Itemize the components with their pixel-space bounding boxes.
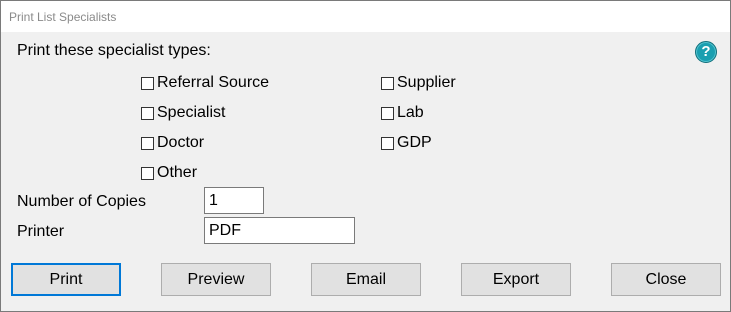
checkbox-label: Doctor (157, 134, 205, 151)
checkbox-label: Lab (397, 104, 424, 121)
email-button[interactable]: Email (311, 263, 421, 296)
checkbox-box[interactable] (381, 77, 394, 90)
checkbox-label: Supplier (397, 74, 456, 91)
print-list-specialists-dialog: Print List Specialists Print these speci… (0, 0, 731, 312)
checkbox-label: Other (157, 164, 198, 181)
checkbox-box[interactable] (141, 137, 154, 150)
print-button[interactable]: Print (11, 263, 121, 296)
checkbox-label: GDP (397, 134, 432, 151)
checkbox-box[interactable] (381, 107, 394, 120)
copies-field[interactable] (204, 187, 264, 214)
printer-field[interactable] (204, 217, 355, 244)
copies-label: Number of Copies (17, 193, 146, 210)
specialist-types-heading: Print these specialist types: (17, 42, 211, 59)
checkbox-box[interactable] (141, 167, 154, 180)
preview-button[interactable]: Preview (161, 263, 271, 296)
help-icon[interactable]: ? (695, 41, 717, 63)
checkbox-label: Specialist (157, 104, 226, 121)
title-bar[interactable]: Print List Specialists (1, 1, 730, 32)
close-button[interactable]: Close (611, 263, 721, 296)
printer-label: Printer (17, 223, 65, 240)
export-button[interactable]: Export (461, 263, 571, 296)
checkbox-box[interactable] (381, 137, 394, 150)
checkbox-box[interactable] (141, 107, 154, 120)
checkbox-box[interactable] (141, 77, 154, 90)
window-title: Print List Specialists (9, 10, 117, 24)
checkbox-label: Referral Source (157, 74, 270, 91)
